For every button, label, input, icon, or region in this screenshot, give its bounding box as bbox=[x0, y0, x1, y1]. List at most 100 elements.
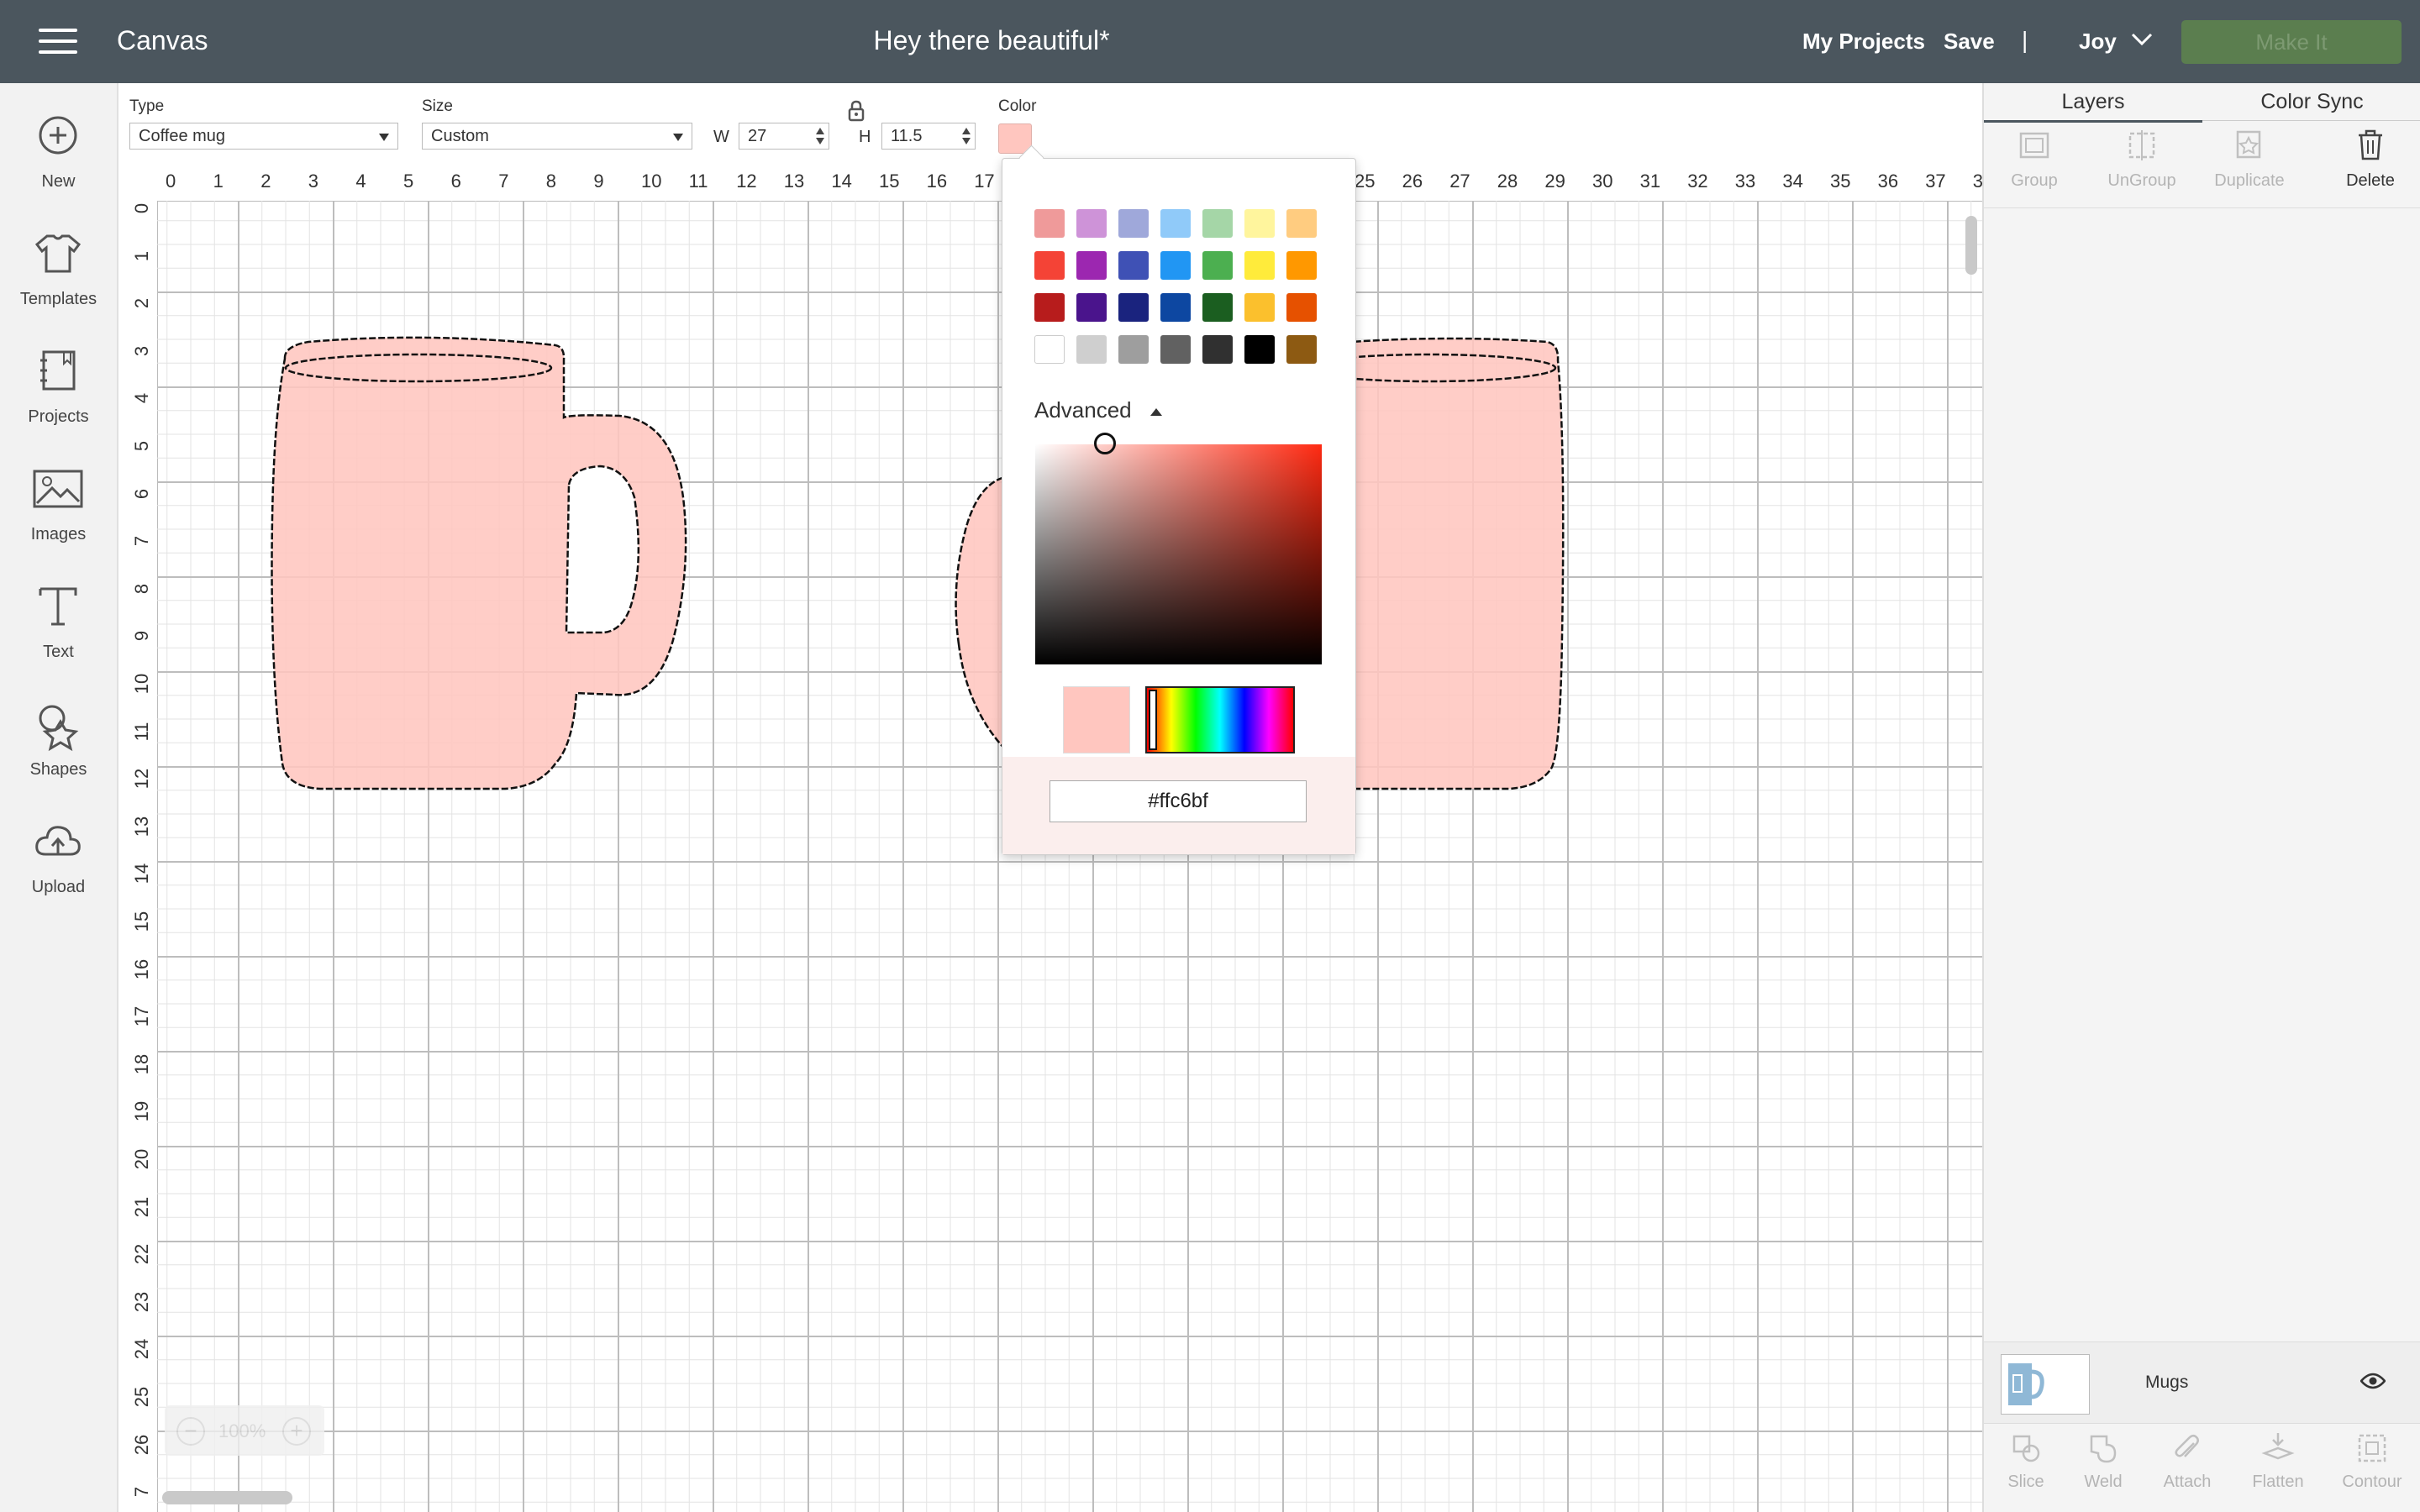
height-input[interactable]: 11.5 bbox=[881, 123, 976, 150]
saturation-handle[interactable] bbox=[1094, 433, 1116, 454]
size-select[interactable]: Custom bbox=[422, 123, 692, 150]
mug-thumbnail-icon bbox=[2008, 1363, 2044, 1405]
color-label: Color bbox=[998, 97, 1037, 115]
my-projects-link[interactable]: My Projects bbox=[1802, 29, 1925, 55]
color-chip[interactable] bbox=[1202, 293, 1233, 322]
trash-icon bbox=[2359, 129, 2382, 160]
color-chip[interactable] bbox=[1160, 293, 1191, 322]
notebook-icon bbox=[40, 350, 76, 391]
paperclip-icon bbox=[2175, 1435, 2199, 1457]
flatten-button[interactable]: Flatten bbox=[2236, 1431, 2320, 1492]
type-select[interactable]: Coffee mug bbox=[129, 123, 398, 150]
color-chip[interactable] bbox=[1286, 293, 1317, 322]
color-chip[interactable] bbox=[1076, 251, 1107, 280]
ungroup-icon bbox=[2128, 130, 2155, 160]
sidebar-label-projects: Projects bbox=[28, 407, 89, 426]
sidebar-label-upload: Upload bbox=[31, 878, 86, 896]
sidebar-label-text: Text bbox=[43, 643, 74, 661]
width-input[interactable]: 27 bbox=[739, 123, 829, 150]
sidebar-item-images[interactable]: Images bbox=[0, 468, 117, 569]
zoom-out-button[interactable]: − bbox=[176, 1417, 205, 1446]
sidebar-item-shapes[interactable]: Shapes bbox=[0, 703, 117, 804]
image-icon bbox=[33, 470, 83, 508]
color-chip[interactable] bbox=[1160, 335, 1191, 364]
color-chip[interactable] bbox=[1244, 251, 1275, 280]
horizontal-scrollbar[interactable] bbox=[162, 1491, 292, 1504]
sidebar-item-templates[interactable]: Templates bbox=[0, 233, 117, 333]
sidebar-item-upload[interactable]: Upload bbox=[0, 821, 117, 921]
caret-up-icon[interactable] bbox=[1150, 408, 1162, 416]
eye-icon[interactable] bbox=[2360, 1373, 2386, 1389]
color-chip[interactable] bbox=[1076, 209, 1107, 238]
color-chip[interactable] bbox=[1244, 209, 1275, 238]
user-menu[interactable]: Joy bbox=[2079, 29, 2117, 55]
contour-button[interactable]: Contour bbox=[2330, 1431, 2414, 1492]
color-chip[interactable] bbox=[1118, 335, 1149, 364]
delete-button[interactable]: Delete bbox=[2320, 127, 2420, 191]
color-chip[interactable] bbox=[1244, 335, 1275, 364]
color-chip[interactable] bbox=[1286, 251, 1317, 280]
color-chip[interactable] bbox=[1076, 293, 1107, 322]
color-chip[interactable] bbox=[1118, 293, 1149, 322]
layer-thumbnail bbox=[2001, 1354, 2090, 1415]
attach-button[interactable]: Attach bbox=[2145, 1431, 2229, 1492]
color-chip[interactable] bbox=[1034, 293, 1065, 322]
color-chip[interactable] bbox=[1202, 209, 1233, 238]
hue-handle[interactable] bbox=[1149, 690, 1157, 750]
hue-slider[interactable] bbox=[1145, 686, 1295, 753]
attach-label: Attach bbox=[2163, 1473, 2212, 1491]
sidebar-label-images: Images bbox=[30, 525, 87, 543]
color-chip[interactable] bbox=[1034, 251, 1065, 280]
type-label: Type bbox=[129, 97, 165, 115]
chevron-down-icon[interactable] bbox=[2128, 28, 2156, 50]
color-chip[interactable] bbox=[1160, 251, 1191, 280]
make-it-button[interactable]: Make It bbox=[2181, 20, 2402, 64]
color-chip[interactable] bbox=[1160, 209, 1191, 238]
layer-row-mugs[interactable]: Mugs bbox=[1984, 1341, 2420, 1424]
plus-circle-icon bbox=[39, 116, 77, 155]
zoom-in-button[interactable]: + bbox=[282, 1417, 311, 1446]
height-label: H bbox=[859, 128, 871, 146]
color-chip[interactable] bbox=[1076, 335, 1107, 364]
ungroup-button[interactable]: UnGroup bbox=[2091, 127, 2192, 191]
weld-button[interactable]: Weld bbox=[2061, 1431, 2145, 1492]
caret-down-icon bbox=[379, 134, 389, 141]
size-label: Size bbox=[422, 97, 453, 115]
sidebar-item-text[interactable]: Text bbox=[0, 585, 117, 686]
lock-icon[interactable] bbox=[846, 100, 866, 122]
advanced-toggle[interactable]: Advanced bbox=[1034, 397, 1132, 423]
saturation-value-picker[interactable] bbox=[1035, 433, 1322, 664]
vertical-scrollbar[interactable] bbox=[1965, 216, 1977, 275]
weld-label: Weld bbox=[2084, 1473, 2123, 1491]
tab-color-sync[interactable]: Color Sync bbox=[2202, 83, 2420, 121]
duplicate-button[interactable]: Duplicate bbox=[2199, 127, 2300, 191]
delete-label: Delete bbox=[2346, 171, 2395, 190]
color-chip[interactable] bbox=[1202, 335, 1233, 364]
group-button[interactable]: Group bbox=[1984, 127, 2085, 191]
color-chip[interactable] bbox=[1118, 209, 1149, 238]
height-stepper-icon[interactable] bbox=[961, 127, 971, 145]
color-chip[interactable] bbox=[1034, 209, 1065, 238]
color-chip[interactable] bbox=[1118, 251, 1149, 280]
flatten-label: Flatten bbox=[2252, 1473, 2304, 1491]
text-t-icon bbox=[39, 587, 77, 626]
tab-layers[interactable]: Layers bbox=[1984, 83, 2202, 123]
group-icon bbox=[2019, 132, 2049, 159]
edit-toolbar: Type Coffee mug Size Custom W 27 H 11.5 … bbox=[118, 83, 1982, 166]
width-label: W bbox=[713, 128, 729, 146]
color-chip[interactable] bbox=[1202, 251, 1233, 280]
save-button[interactable]: Save bbox=[1944, 29, 1995, 55]
width-stepper-icon[interactable] bbox=[815, 127, 825, 145]
duplicate-icon bbox=[2236, 130, 2261, 159]
sidebar-label-shapes: Shapes bbox=[29, 760, 87, 779]
color-chip[interactable] bbox=[1034, 335, 1065, 364]
sidebar-item-new[interactable]: New bbox=[0, 115, 117, 216]
slice-button[interactable]: Slice bbox=[1984, 1431, 2068, 1492]
color-chip[interactable] bbox=[1286, 209, 1317, 238]
color-chip[interactable] bbox=[1286, 335, 1317, 364]
color-preview bbox=[1063, 686, 1130, 753]
color-chip[interactable] bbox=[1244, 293, 1275, 322]
hex-input[interactable]: #ffc6bf bbox=[1050, 780, 1307, 822]
sidebar-item-projects[interactable]: Projects bbox=[0, 350, 117, 451]
sidebar-label-new: New bbox=[41, 172, 76, 191]
